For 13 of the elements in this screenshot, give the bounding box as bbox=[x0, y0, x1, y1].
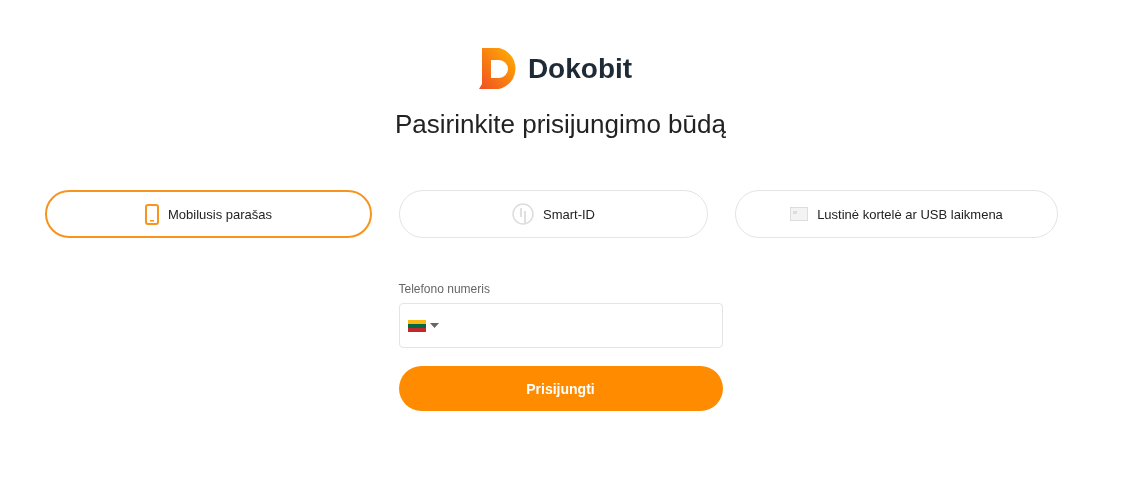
login-method-tab[interactable]: Mobilusis parašas bbox=[45, 190, 372, 238]
country-selector[interactable] bbox=[407, 319, 439, 332]
phone-number-field[interactable] bbox=[398, 303, 723, 348]
phone-icon bbox=[144, 203, 159, 225]
login-method-tab[interactable]: Lustinė kortelė ar USB laikmena bbox=[735, 190, 1058, 238]
login-method-tab[interactable]: Smart-ID bbox=[399, 190, 708, 238]
page-title: Pasirinkite prisijungimo būdą bbox=[395, 109, 726, 140]
logo-text: Dokobit bbox=[527, 52, 633, 85]
caret-icon bbox=[429, 323, 439, 328]
flag-icon bbox=[407, 319, 426, 332]
field-label: Telefono numeris bbox=[398, 282, 491, 296]
card-icon bbox=[790, 207, 809, 221]
smart-id-icon bbox=[512, 203, 534, 225]
